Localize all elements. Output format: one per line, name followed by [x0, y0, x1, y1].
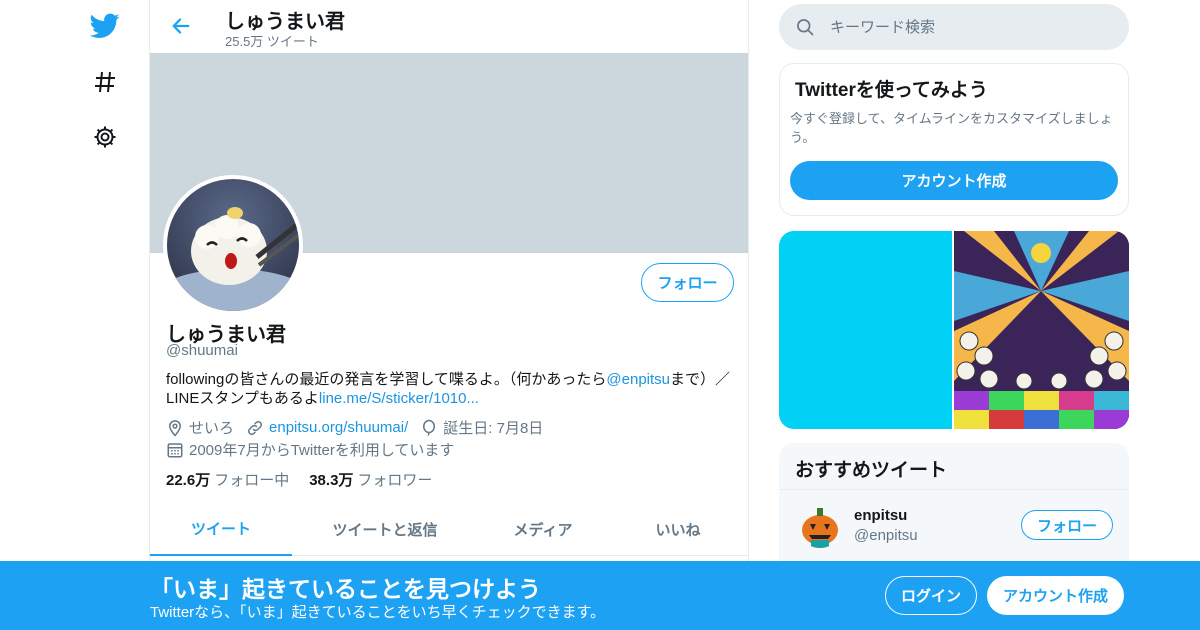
followers-label: フォロワー — [357, 472, 433, 489]
website-link[interactable]: enpitsu.org/shuumai/ — [269, 419, 408, 436]
location: せいろ — [166, 417, 234, 438]
back-arrow-icon[interactable] — [168, 13, 194, 39]
recommended-handle: @enpitsu — [854, 527, 918, 544]
signup-description: 今すぐ登録して、タイムラインをカスタマイズしましょう。 — [790, 111, 1113, 145]
tab-tweets[interactable]: ツイート — [150, 503, 292, 556]
banner-create-account-button[interactable]: アカウント作成 — [987, 576, 1124, 615]
website: enpitsu.org/shuumai/ — [246, 419, 408, 437]
recommended-name[interactable]: enpitsu — [854, 507, 907, 524]
search-box[interactable] — [779, 4, 1129, 50]
joined: 2009年7月からTwitterを利用しています — [166, 439, 454, 460]
recommended-follow-button[interactable]: フォロー — [1021, 510, 1113, 540]
following-count: 22.6万 — [166, 472, 211, 489]
tab-media[interactable]: メディア — [478, 503, 608, 556]
tab-tweets-replies[interactable]: ツイートと返信 — [292, 503, 478, 556]
following-stat[interactable]: 22.6万 フォロー中 — [166, 469, 289, 490]
location-icon — [168, 419, 182, 437]
birthday: 誕生日: 7月8日 — [420, 417, 543, 438]
login-button[interactable]: ログイン — [885, 576, 977, 615]
left-nav — [0, 0, 150, 630]
profile-stats: 22.6万 フォロー中 38.3万 フォロワー — [166, 469, 452, 490]
link-icon — [248, 420, 263, 435]
location-text: せいろ — [189, 420, 235, 437]
gear-icon[interactable] — [90, 122, 120, 152]
header-name: しゅうまい君 — [225, 11, 345, 33]
birthday-text: 誕生日: 7月8日 — [443, 420, 544, 437]
balloon-icon — [423, 419, 436, 436]
signup-box: Twitterを使ってみよう 今すぐ登録して、タイムラインをカスタマイズしましょ… — [779, 63, 1129, 216]
bio-text: followingの皆さんの最近の発言を学習して喋るよ。（何かあったら — [166, 371, 607, 388]
signup-title: Twitterを使ってみよう — [795, 80, 988, 101]
recommended-avatar[interactable] — [797, 502, 843, 548]
banner-title: 「いま」起きていることを見つけよう — [150, 576, 541, 602]
bio-sticker-link[interactable]: line.me/S/sticker/1010... — [319, 390, 479, 407]
tweet-count: 25.5万 ツイート — [225, 34, 319, 49]
joined-text: 2009年7月からTwitterを利用しています — [189, 442, 455, 459]
following-label: フォロー中 — [214, 472, 290, 489]
bio-mention-link[interactable]: @enpitsu — [606, 371, 670, 388]
media-thumbnail[interactable] — [779, 231, 952, 429]
profile-meta: せいろ enpitsu.org/shuumai/ 誕生日: 7月8日 — [166, 417, 555, 438]
profile-header: しゅうまい君 25.5万 ツイート — [150, 0, 748, 53]
banner-subtitle: Twitterなら、「いま」起きていることをいち早くチェックできます。 — [150, 604, 606, 621]
search-icon — [797, 19, 814, 36]
create-account-button[interactable]: アカウント作成 — [790, 161, 1118, 200]
joined-date: 2009年7月からTwitterを利用しています — [166, 439, 466, 460]
profile-column: しゅうまい君 25.5万 ツイート フォロー しゅうまい君 @shuumai f… — [149, 0, 749, 630]
avatar[interactable] — [163, 175, 303, 315]
recommended-title: おすすめツイート — [795, 460, 948, 481]
media-grid — [779, 231, 1129, 429]
profile-bio: followingの皆さんの最近の発言を学習して喋るよ。（何かあったら@enpi… — [166, 370, 736, 408]
calendar-icon — [167, 442, 183, 457]
profile-tabs: ツイート ツイートと返信 メディア いいね — [150, 503, 748, 556]
twitter-bird-icon[interactable] — [90, 11, 120, 41]
recommended-user[interactable]: enpitsu @enpitsu フォロー — [780, 489, 1128, 559]
follow-button[interactable]: フォロー — [641, 263, 734, 302]
profile-handle: @shuumai — [166, 342, 238, 359]
signup-banner: 「いま」起きていることを見つけよう Twitterなら、「いま」起きていることを… — [0, 561, 1200, 630]
hashtag-icon[interactable] — [90, 67, 120, 97]
followers-stat[interactable]: 38.3万 フォロワー — [309, 469, 432, 490]
search-input[interactable] — [830, 18, 1110, 36]
followers-count: 38.3万 — [309, 472, 354, 489]
media-thumbnail[interactable] — [954, 231, 1129, 429]
tab-likes[interactable]: いいね — [608, 503, 748, 556]
